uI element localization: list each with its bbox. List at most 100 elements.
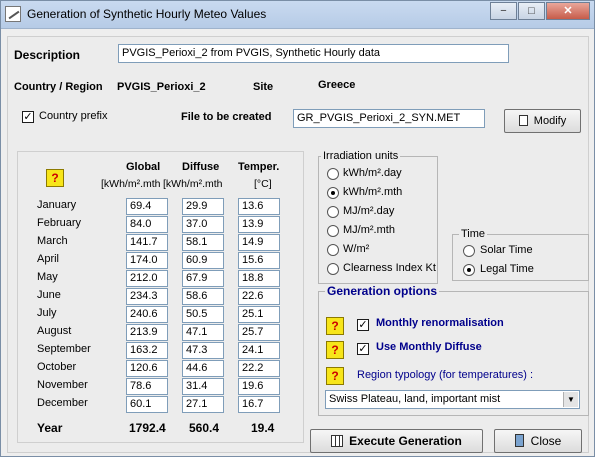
monthly-renormalisation-checkbox[interactable]: ✓	[357, 319, 369, 331]
file-name-field[interactable]: GR_PVGIS_Perioxi_2_SYN.MET	[293, 109, 485, 128]
help-icon[interactable]: ?	[46, 169, 64, 187]
diffuse-value-cell[interactable]: 58.6	[182, 288, 224, 305]
diffuse-value-cell[interactable]: 29.9	[182, 198, 224, 215]
restore-button[interactable]: □	[518, 2, 545, 20]
month-label: February	[37, 217, 82, 229]
month-label: July	[37, 307, 57, 319]
diffuse-value-cell[interactable]: 27.1	[182, 396, 224, 413]
diffuse-value-cell[interactable]: 31.4	[182, 378, 224, 395]
temp-value-cell[interactable]: 24.1	[238, 342, 280, 359]
region-typology-value: Swiss Plateau, land, important mist	[329, 393, 501, 405]
region-typology-help-icon[interactable]: ?	[326, 367, 344, 385]
use-monthly-diffuse-label: Use Monthly Diffuse	[376, 341, 482, 353]
temp-value-cell[interactable]: 13.6	[238, 198, 280, 215]
time-title: Time	[459, 228, 488, 240]
global-value-cell[interactable]: 69.4	[126, 198, 168, 215]
country-prefix-checkbox[interactable]: ✓	[22, 111, 34, 123]
diffuse-value-cell[interactable]: 58.1	[182, 234, 224, 251]
country-region-label: Country / Region	[14, 81, 103, 93]
global-value-cell[interactable]: 212.0	[126, 270, 168, 287]
file-label: File to be created	[181, 111, 272, 123]
irradiation-unit-radio[interactable]	[327, 263, 339, 275]
temp-value-cell[interactable]: 22.2	[238, 360, 280, 377]
temp-value-cell[interactable]: 22.6	[238, 288, 280, 305]
irradiation-unit-radio[interactable]	[327, 244, 339, 256]
month-label: June	[37, 289, 61, 301]
diffuse-value-cell[interactable]: 44.6	[182, 360, 224, 377]
close-window-button[interactable]: ✕	[546, 2, 590, 20]
title-bar[interactable]: Generation of Synthetic Hourly Meteo Val…	[1, 1, 594, 29]
global-value-cell[interactable]: 163.2	[126, 342, 168, 359]
month-label: May	[37, 271, 58, 283]
region-typology-label: Region typology (for temperatures) :	[357, 369, 534, 381]
modify-button[interactable]: Modify	[504, 109, 581, 133]
modify-label: Modify	[533, 115, 567, 127]
global-value-cell[interactable]: 174.0	[126, 252, 168, 269]
diffuse-value-cell[interactable]: 47.3	[182, 342, 224, 359]
time-radio[interactable]	[463, 245, 475, 257]
use-monthly-diffuse-checkbox[interactable]: ✓	[357, 343, 369, 355]
month-label: September	[37, 343, 91, 355]
global-value-cell[interactable]: 60.1	[126, 396, 168, 413]
temp-value-cell[interactable]: 18.8	[238, 270, 280, 287]
window-title: Generation of Synthetic Hourly Meteo Val…	[27, 7, 267, 21]
year-global-total: 1792.4	[129, 421, 166, 435]
app-icon	[5, 6, 21, 22]
irradiation-unit-radio[interactable]	[327, 168, 339, 180]
month-label: April	[37, 253, 60, 265]
dialog-window: Generation of Synthetic Hourly Meteo Val…	[0, 0, 595, 457]
temp-value-cell[interactable]: 25.1	[238, 306, 280, 323]
temp-value-cell[interactable]: 25.7	[238, 324, 280, 341]
chevron-down-icon[interactable]: ▼	[563, 392, 578, 407]
diffuse-header: Diffuse	[182, 161, 220, 173]
country-region-value: PVGIS_Perioxi_2	[117, 81, 206, 93]
grid-icon	[331, 435, 344, 447]
temp-value-cell[interactable]: 15.6	[238, 252, 280, 269]
global-value-cell[interactable]: 141.7	[126, 234, 168, 251]
global-value-cell[interactable]: 84.0	[126, 216, 168, 233]
execute-generation-button[interactable]: Execute Generation	[310, 429, 483, 453]
diffuse-value-cell[interactable]: 50.5	[182, 306, 224, 323]
global-value-cell[interactable]: 240.6	[126, 306, 168, 323]
diffuse-unit: [kWh/m².mth	[163, 178, 223, 190]
time-radio[interactable]	[463, 264, 475, 276]
month-label: March	[37, 235, 68, 247]
site-value: Greece	[318, 79, 356, 91]
diffuse-value-cell[interactable]: 37.0	[182, 216, 224, 233]
irradiation-unit-label: MJ/m².day	[343, 205, 395, 217]
renormalisation-help-icon[interactable]: ?	[326, 317, 344, 335]
minimize-button[interactable]: −	[490, 2, 517, 20]
diffuse-value-cell[interactable]: 60.9	[182, 252, 224, 269]
irradiation-unit-radio[interactable]	[327, 225, 339, 237]
temp-value-cell[interactable]: 16.7	[238, 396, 280, 413]
diffuse-value-cell[interactable]: 47.1	[182, 324, 224, 341]
country-prefix-label: Country prefix	[39, 110, 108, 122]
global-unit: [kWh/m².mth	[101, 178, 161, 190]
diffuse-value-cell[interactable]: 67.9	[182, 270, 224, 287]
region-typology-select[interactable]: Swiss Plateau, land, important mist ▼	[325, 390, 580, 409]
month-label: January	[37, 199, 77, 211]
time-option-label: Legal Time	[480, 263, 534, 275]
temp-value-cell[interactable]: 14.9	[238, 234, 280, 251]
generation-options-title: Generation options	[325, 284, 440, 298]
close-button[interactable]: Close	[494, 429, 582, 453]
monthly-renormalisation-label: Monthly renormalisation	[376, 317, 504, 329]
temp-value-cell[interactable]: 13.9	[238, 216, 280, 233]
irradiation-units-title: Irradiation units	[321, 150, 401, 162]
irradiation-unit-radio[interactable]	[327, 206, 339, 218]
global-value-cell[interactable]: 213.9	[126, 324, 168, 341]
document-icon	[518, 115, 528, 126]
global-value-cell[interactable]: 78.6	[126, 378, 168, 395]
irradiation-unit-radio[interactable]	[327, 187, 339, 199]
temp-value-cell[interactable]: 19.6	[238, 378, 280, 395]
diffuse-help-icon[interactable]: ?	[326, 341, 344, 359]
description-label: Description	[14, 48, 81, 62]
global-value-cell[interactable]: 234.3	[126, 288, 168, 305]
close-label: Close	[530, 434, 562, 448]
temperature-unit: [°C]	[254, 178, 272, 190]
time-option-label: Solar Time	[480, 244, 533, 256]
month-label: October	[37, 361, 77, 373]
year-diffuse-total: 560.4	[189, 421, 220, 435]
description-field[interactable]: PVGIS_Perioxi_2 from PVGIS, Synthetic Ho…	[118, 44, 509, 63]
global-value-cell[interactable]: 120.6	[126, 360, 168, 377]
